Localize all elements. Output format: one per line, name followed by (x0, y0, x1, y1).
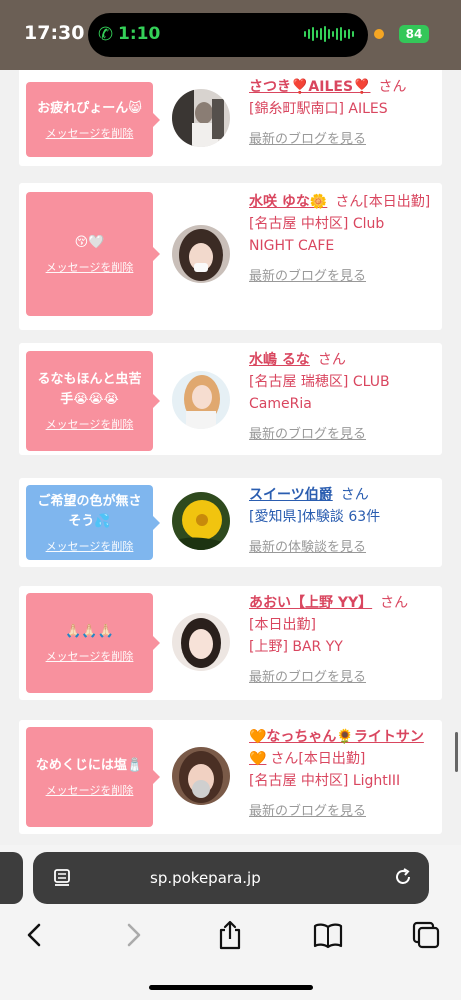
latest-blog-link[interactable]: 最新のブログを見る (249, 269, 366, 284)
bookmarks-icon[interactable] (311, 918, 345, 952)
profile-name-link[interactable]: さつき❣️AILES❣️ (249, 79, 370, 95)
message-bubble: なめくじには塩🧂 メッセージを削除 (26, 727, 160, 827)
shop-detail: CameRia (249, 396, 312, 412)
delete-message-link[interactable]: メッセージを削除 (46, 538, 134, 554)
message-list[interactable]: お疲れぴょーん😸 メッセージを削除 さつき❣️AILES❣️ さん [錦糸町駅南口… (0, 70, 461, 845)
delete-message-link[interactable]: メッセージを削除 (46, 648, 134, 664)
latest-blog-link[interactable]: 最新のブログを見る (249, 132, 366, 147)
review-count: [愛知県]体験談 63件 (249, 509, 381, 525)
message-bubble: 🙏🏻🙏🏻🙏🏻 メッセージを削除 (26, 593, 160, 693)
honorific: さん[本日出勤] (335, 194, 431, 210)
latest-blog-link[interactable]: 最新のブログを見る (249, 427, 366, 442)
avatar[interactable] (172, 492, 230, 550)
profile-info: 水嶋 るな さん [名古屋 瑞穂区] CLUB CameRia 最新のブログを見る (249, 349, 439, 446)
message-card: お疲れぴょーん😸 メッセージを削除 さつき❣️AILES❣️ さん [錦糸町駅南口… (19, 70, 442, 166)
phone-call-icon[interactable]: ✆ (98, 24, 113, 45)
shop-detail: [名古屋 瑞穂区] CLUB (249, 374, 390, 390)
message-card: 🙏🏻🙏🏻🙏🏻 メッセージを削除 あおい【上野 YY】 さん [本日出勤] [上野]… (19, 586, 442, 700)
latest-review-link[interactable]: 最新の体験談を見る (249, 540, 366, 555)
microphone-indicator-icon (374, 29, 384, 39)
message-text: 🙏🏻🙏🏻🙏🏻 (65, 624, 114, 639)
forward-chevron-icon[interactable] (117, 918, 151, 952)
profile-name-link[interactable]: 水咲 ゆな🌼 (249, 194, 327, 210)
scrollbar-thumb[interactable] (455, 732, 458, 772)
profile-info: 水咲 ゆな🌼 さん[本日出勤] [名古屋 中村区] Club NIGHT CAFE… (249, 191, 439, 288)
honorific: さん (378, 79, 407, 95)
status-bar: 17:30 ✆ 1:10 84 (0, 0, 461, 70)
shop-detail: [上野] BAR YY (249, 639, 343, 655)
message-text: 😚🤍 (74, 235, 105, 250)
shop-detail: [名古屋 中村区] Club (249, 216, 385, 232)
profile-info: さつき❣️AILES❣️ さん [錦糸町駅南口] AILES 最新のブログを見る (249, 76, 439, 151)
message-bubble: お疲れぴょーん😸 メッセージを削除 (26, 82, 160, 157)
reload-icon[interactable] (393, 867, 413, 887)
delete-message-link[interactable]: メッセージを削除 (46, 416, 134, 432)
honorific: さん (317, 352, 346, 368)
message-text: ご希望の色が無さそう💦 (37, 493, 142, 529)
url-text[interactable]: sp.pokepara.jp (150, 869, 261, 887)
delete-message-link[interactable]: メッセージを削除 (46, 259, 134, 275)
avatar[interactable] (172, 613, 230, 671)
avatar[interactable] (172, 747, 230, 805)
profile-info: スイーツ伯爵 さん [愛知県]体験談 63件 最新の体験談を見る (249, 484, 439, 559)
message-card: なめくじには塩🧂 メッセージを削除 🧡なっちゃん🌻ライトサン🧡 さん[本日出勤] … (19, 720, 442, 834)
honorific: さん[本日出勤] (270, 751, 366, 767)
profile-info: あおい【上野 YY】 さん [本日出勤] [上野] BAR YY 最新のブログを見… (249, 592, 439, 689)
latest-blog-link[interactable]: 最新のブログを見る (249, 670, 366, 685)
message-text: お疲れぴょーん😸 (37, 100, 142, 116)
message-bubble: ご希望の色が無さそう💦 メッセージを削除 (26, 485, 160, 560)
audio-waveform-icon (304, 24, 354, 44)
previous-tab-preview[interactable] (0, 852, 23, 904)
tabs-icon[interactable] (409, 918, 443, 952)
shop-detail: [錦糸町駅南口] AILES (249, 101, 388, 117)
profile-name-link[interactable]: あおい【上野 YY】 (249, 595, 372, 611)
profile-name-link[interactable]: 水嶋 るな (249, 352, 310, 368)
call-duration: 1:10 (118, 24, 161, 44)
profile-name-link[interactable]: スイーツ伯爵 (249, 487, 333, 503)
shop-detail: [名古屋 中村区] LightIII (249, 773, 401, 789)
avatar[interactable] (172, 89, 230, 147)
share-icon[interactable] (213, 918, 247, 952)
message-card: るなもほんと虫苦手😭😭😭 メッセージを削除 水嶋 るな さん [名古屋 瑞穂区] … (19, 343, 442, 455)
attendance-status: [本日出勤] (249, 617, 316, 633)
honorific: さん (340, 487, 369, 503)
message-bubble: 😚🤍 メッセージを削除 (26, 192, 160, 316)
reader-mode-icon[interactable] (52, 868, 72, 888)
latest-blog-link[interactable]: 最新のブログを見る (249, 804, 366, 819)
battery-indicator: 84 (399, 25, 429, 43)
status-time: 17:30 (24, 22, 85, 44)
message-card: 😚🤍 メッセージを削除 水咲 ゆな🌼 さん[本日出勤] [名古屋 中村区] Clu… (19, 183, 442, 330)
delete-message-link[interactable]: メッセージを削除 (46, 782, 134, 798)
delete-message-link[interactable]: メッセージを削除 (46, 125, 134, 141)
message-text: なめくじには塩🧂 (35, 758, 144, 773)
message-card: ご希望の色が無さそう💦 メッセージを削除 スイーツ伯爵 さん [愛知県]体験談 6… (19, 478, 442, 567)
back-chevron-icon[interactable] (17, 918, 51, 952)
message-bubble: るなもほんと虫苦手😭😭😭 メッセージを削除 (26, 351, 160, 451)
avatar[interactable] (172, 371, 230, 429)
home-indicator[interactable] (149, 985, 313, 990)
profile-info: 🧡なっちゃん🌻ライトサン🧡 さん[本日出勤] [名古屋 中村区] LightIII… (249, 726, 439, 823)
message-text: るなもほんと虫苦手😭😭😭 (37, 372, 142, 407)
avatar[interactable] (172, 225, 230, 283)
shop-detail: NIGHT CAFE (249, 238, 335, 254)
honorific: さん (380, 595, 409, 611)
